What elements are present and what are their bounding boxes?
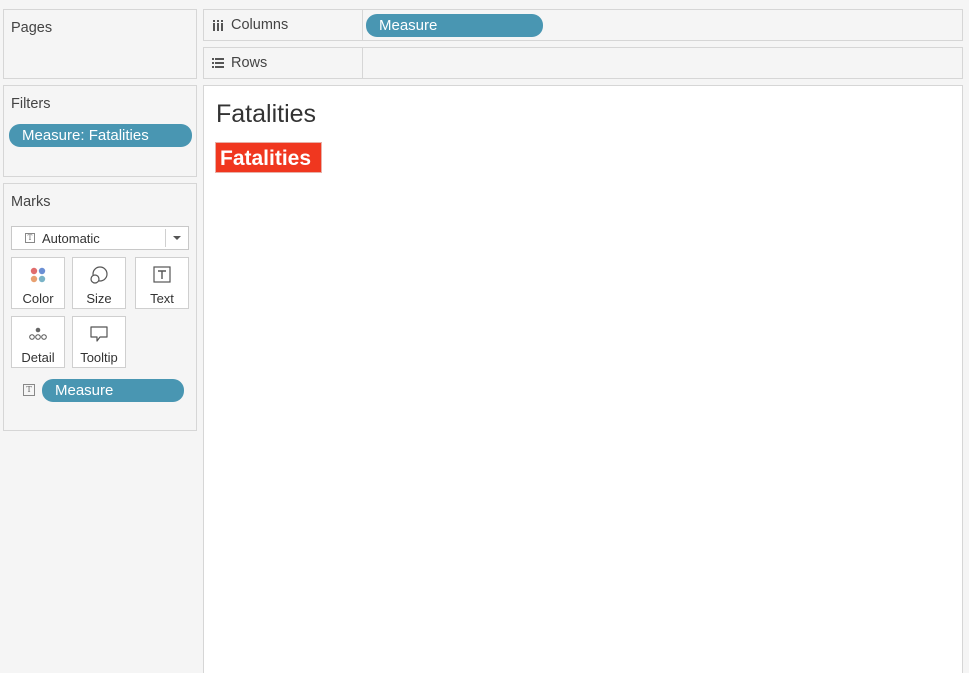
sheet-title: Fatalities <box>216 100 317 128</box>
view-canvas[interactable]: Fatalities Fatalities <box>203 85 963 673</box>
columns-label: Columns <box>231 17 289 33</box>
marks-title: Marks <box>11 194 51 210</box>
filters-card[interactable]: Filters Measure: Fatalities <box>3 85 197 177</box>
tooltip-label: Tooltip <box>80 350 118 365</box>
size-button[interactable]: Size <box>72 257 126 309</box>
marks-text-pill-measure[interactable]: Measure <box>42 379 184 402</box>
marks-card: Marks T Automatic Color Size Text Detail… <box>3 183 197 431</box>
pages-title: Pages <box>11 20 53 36</box>
color-icon <box>30 267 46 283</box>
rows-shelf-label: Rows <box>204 48 363 78</box>
text-button[interactable]: Text <box>135 257 189 309</box>
text-icon <box>153 266 171 283</box>
text-type-icon: T <box>25 233 35 243</box>
columns-icon <box>213 20 223 31</box>
dropdown-separator <box>165 229 166 247</box>
text-label: Text <box>150 291 174 306</box>
text-encoding-icon: T <box>23 384 35 396</box>
rows-icon <box>212 58 224 68</box>
mark-type-value: Automatic <box>42 231 100 246</box>
columns-pill-measure[interactable]: Measure <box>366 14 543 37</box>
tooltip-button[interactable]: Tooltip <box>72 316 126 368</box>
filter-pill-measure-fatalities[interactable]: Measure: Fatalities <box>9 124 192 147</box>
tooltip-icon <box>90 326 108 342</box>
columns-shelf-label: Columns <box>204 10 363 40</box>
chevron-down-icon[interactable] <box>173 236 181 240</box>
rows-label: Rows <box>231 55 268 71</box>
color-label: Color <box>22 291 54 306</box>
detail-label: Detail <box>21 350 55 365</box>
size-label: Size <box>86 291 112 306</box>
highlighted-value-label[interactable]: Fatalities <box>215 142 323 173</box>
pages-card[interactable]: Pages <box>3 9 197 79</box>
detail-icon <box>29 327 47 340</box>
detail-button[interactable]: Detail <box>11 316 65 368</box>
rows-shelf[interactable]: Rows <box>203 47 963 79</box>
filters-title: Filters <box>11 96 51 112</box>
mark-type-dropdown[interactable]: T Automatic <box>11 226 189 250</box>
color-button[interactable]: Color <box>11 257 65 309</box>
size-icon <box>90 266 108 284</box>
columns-shelf[interactable]: Columns Measure <box>203 9 963 41</box>
